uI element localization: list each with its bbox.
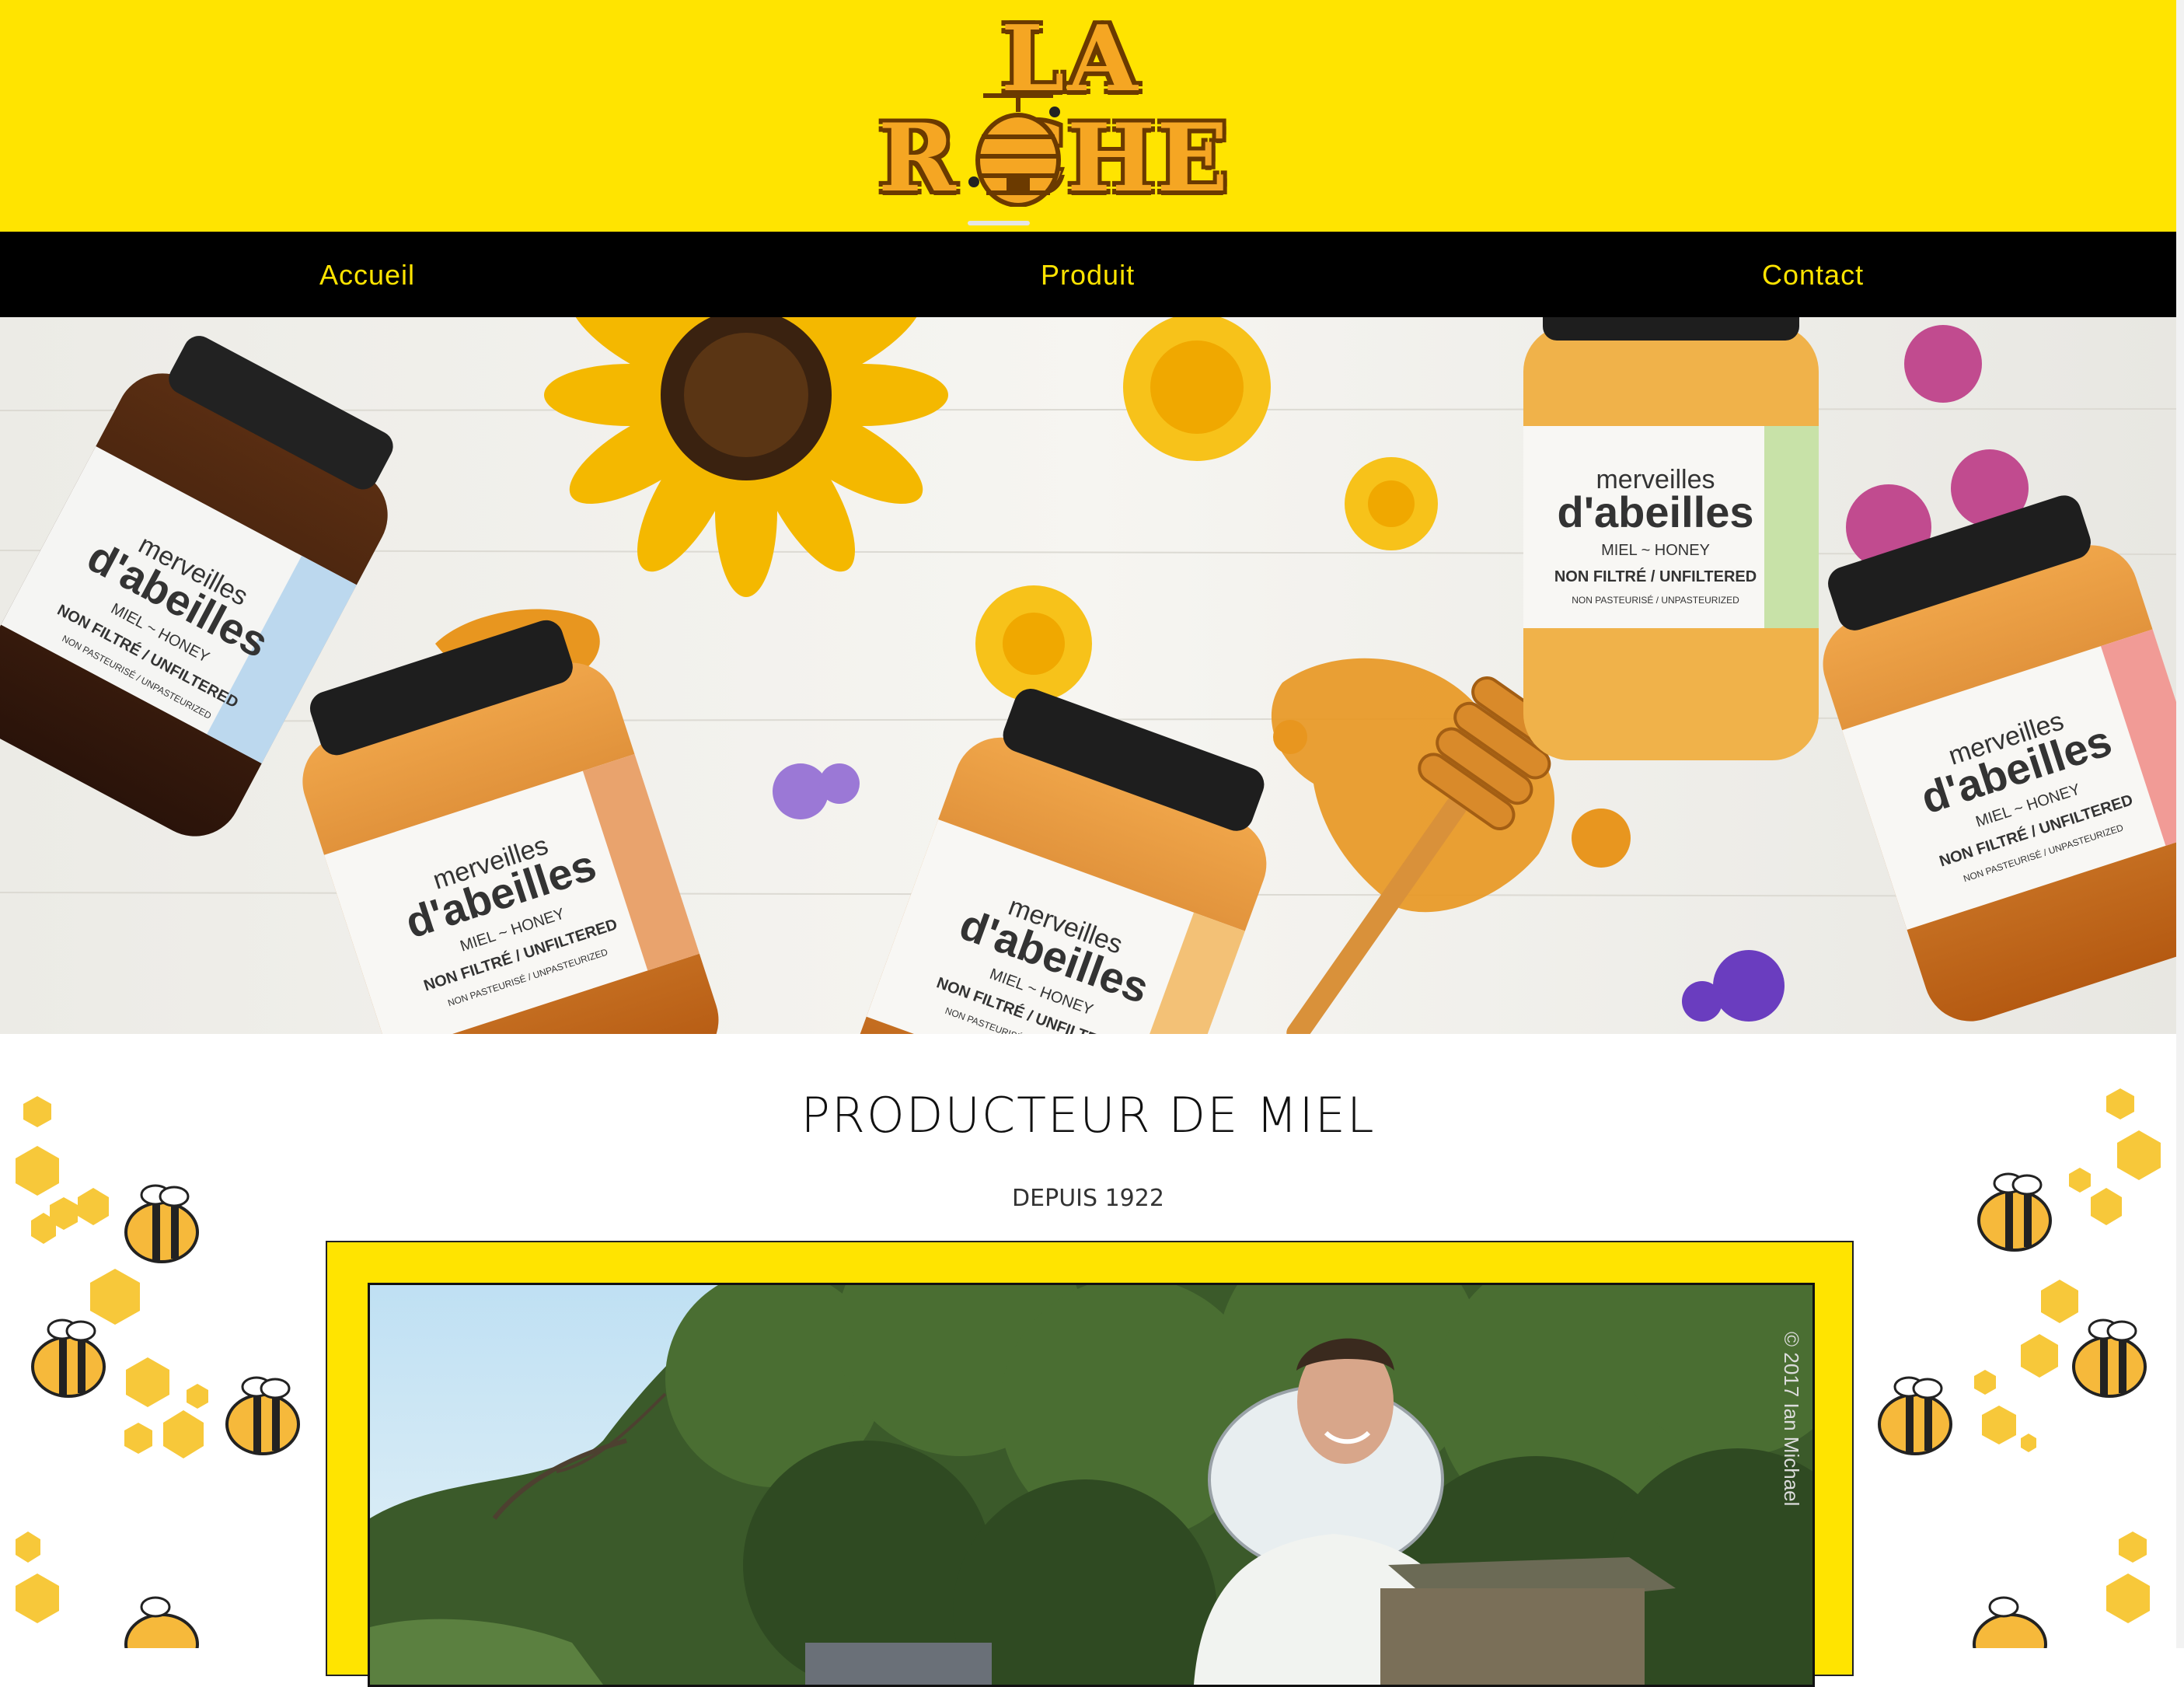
nav-produit[interactable]: Produit bbox=[1041, 232, 1135, 317]
bee-icon bbox=[1973, 1596, 2047, 1648]
site-header: LA R CHE bbox=[0, 0, 2176, 232]
beehive-icon bbox=[968, 93, 1061, 207]
page-title: PRODUCTEUR DE MIEL bbox=[801, 1087, 1376, 1144]
bee-icon bbox=[124, 1596, 199, 1648]
decorative-bees-left bbox=[16, 1096, 300, 1648]
jar-label-line4: NON FILTRÉ / UNFILTERED bbox=[1554, 568, 1757, 585]
hero-banner: merveilles d'abeilles MIEL ~ HONEY NON F… bbox=[0, 317, 2176, 1034]
jar-label-line5: NON PASTEURISÉ / UNPASTEURIZED bbox=[1572, 594, 1739, 606]
main-nav: Accueil Produit Contact bbox=[0, 232, 2176, 317]
bee-icon bbox=[225, 1376, 300, 1455]
jar-label-line3: MIEL ~ HONEY bbox=[1601, 542, 1710, 559]
photo-watermark: © 2017 Ian Michael bbox=[1780, 1332, 1803, 1506]
jar-label-line2: d'abeilles bbox=[1558, 487, 1754, 536]
bee-icon bbox=[31, 1319, 106, 1398]
decorative-bees-right bbox=[1878, 1088, 2161, 1648]
photo-frame: © 2017 Ian Michael bbox=[326, 1241, 1854, 1687]
dandelion bbox=[1123, 317, 1271, 461]
page-subtitle: DEPUIS 1922 bbox=[1012, 1185, 1164, 1212]
nav-accueil[interactable]: Accueil bbox=[319, 232, 415, 317]
beekeeper-image: © 2017 Ian Michael bbox=[370, 1285, 1812, 1685]
nav-contact[interactable]: Contact bbox=[1762, 232, 1864, 317]
beekeeper-photo: © 2017 Ian Michael bbox=[368, 1283, 1815, 1687]
page-scrollbar[interactable] bbox=[2176, 0, 2184, 1648]
bee-icon bbox=[2072, 1319, 2147, 1398]
logo[interactable]: LA R CHE bbox=[878, 6, 1275, 228]
honey-jars-photo: merveilles d'abeilles MIEL ~ HONEY NON F… bbox=[0, 317, 2176, 1034]
logo-underline bbox=[968, 221, 1030, 225]
bee-icon bbox=[1878, 1376, 1952, 1455]
jar-3 bbox=[1523, 317, 1819, 760]
